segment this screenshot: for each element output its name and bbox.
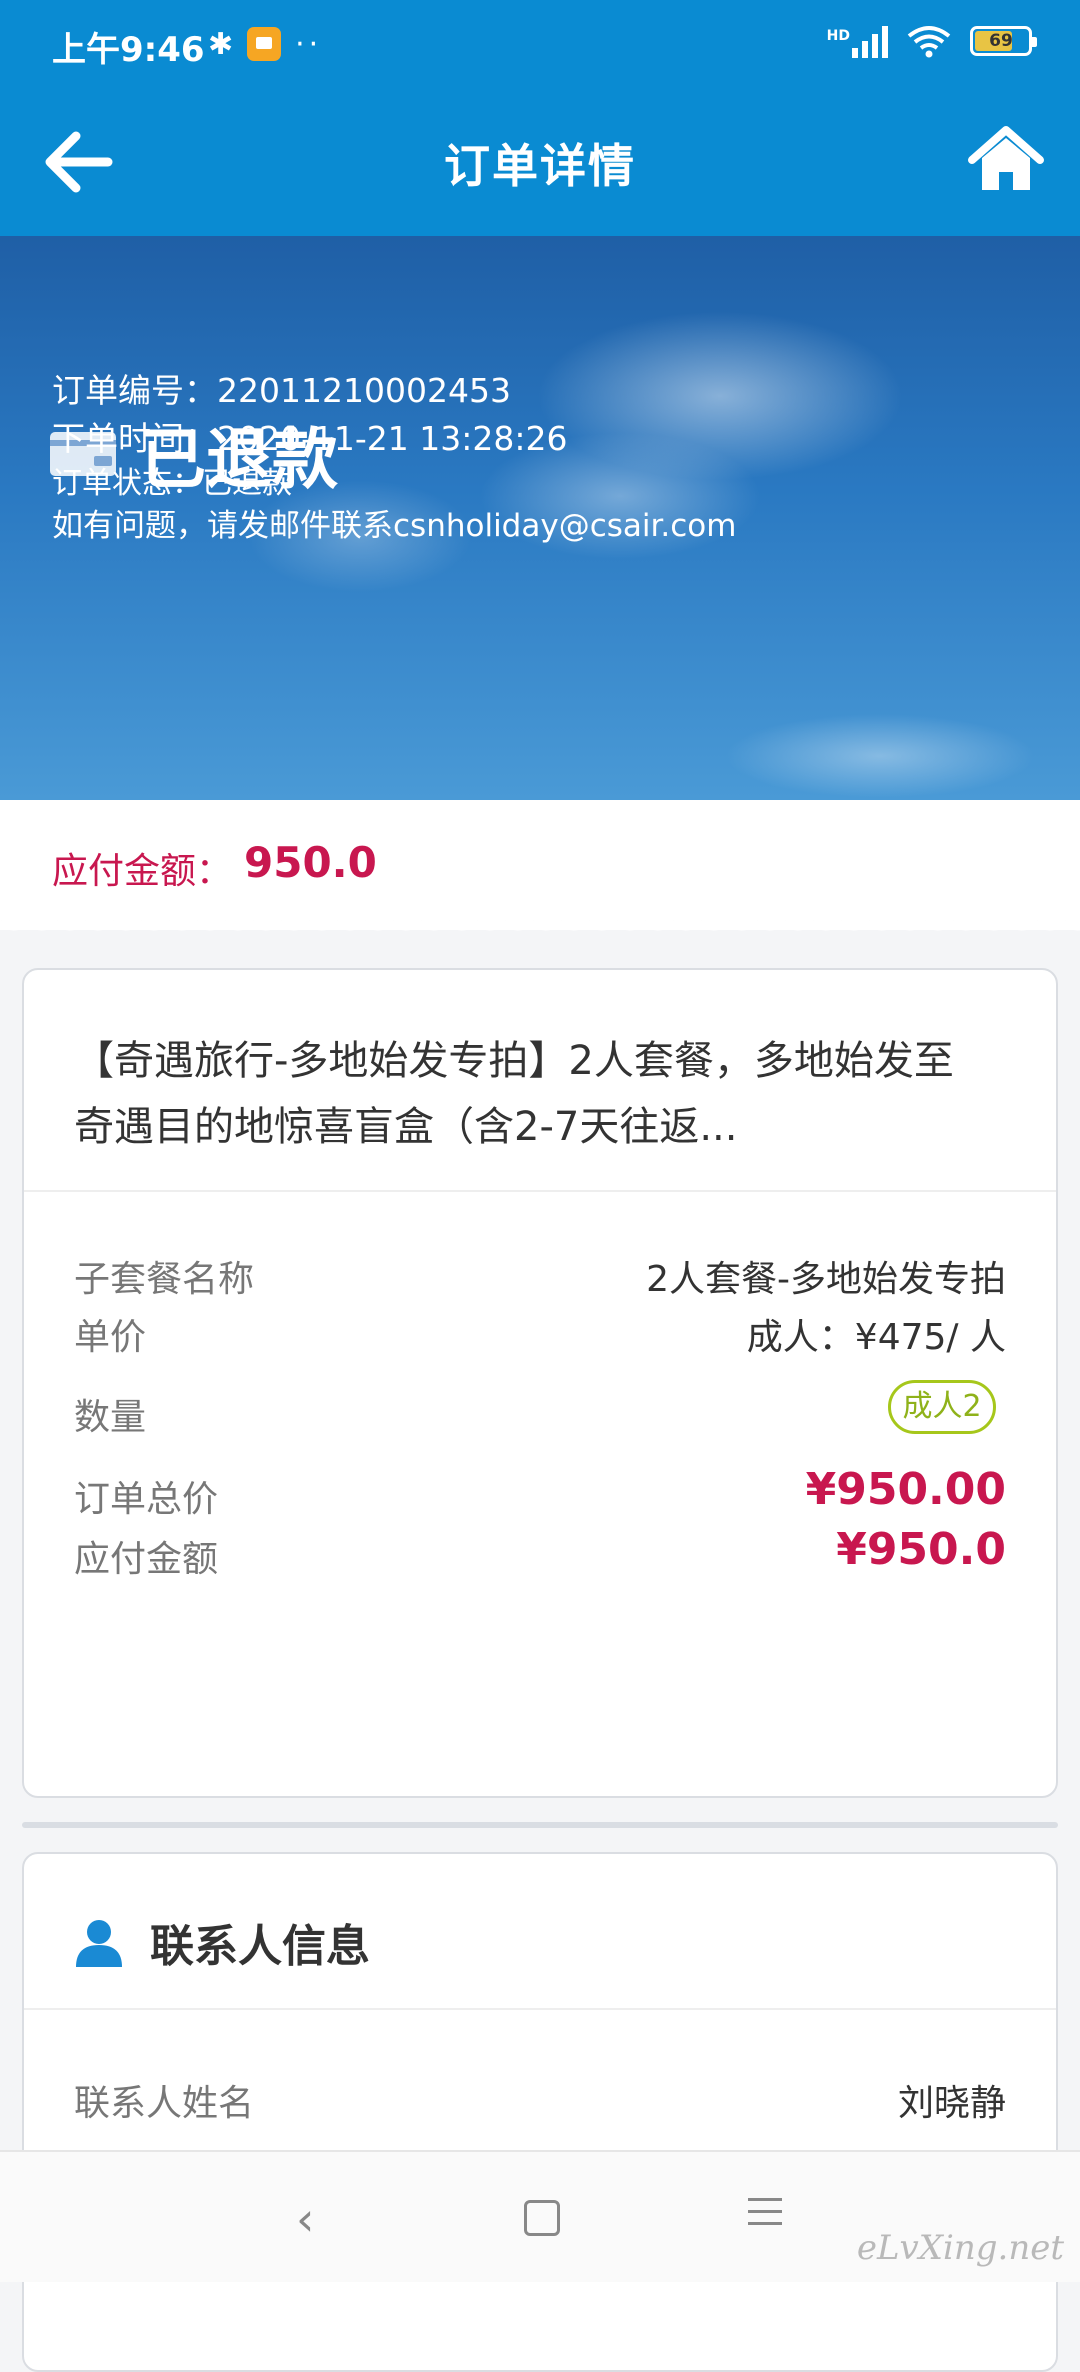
contact-card: 联系人信息 联系人姓名 刘晓静 (22, 1852, 1058, 2372)
unit-price-value: 成人：¥475/ 人 (746, 1317, 1006, 1358)
nav-back-icon[interactable]: ‹ (296, 2192, 314, 2246)
page-title: 订单详情 (444, 139, 636, 193)
payable-label: 应付金额： (52, 851, 233, 892)
signal-icon: HD (827, 24, 888, 58)
battery-level: 69 (989, 31, 1013, 51)
battery-icon: 69 (970, 26, 1037, 56)
status-time: 上午9:46 (52, 30, 205, 70)
section-separator (22, 1822, 1058, 1828)
network-label: HD (826, 28, 850, 44)
contact-header: 联系人信息 (74, 1910, 370, 1974)
product-title[interactable]: 【奇遇旅行-多地始发专拍】2人套餐，多地始发至奇遇目的地惊喜盲盒（含2-7天往返… (74, 1028, 974, 1160)
order-time-value: 2020-11-21 13:28:26 (217, 419, 568, 458)
quantity-badge: 成人2 (888, 1380, 996, 1434)
payable-amount-value: ¥950.0 (836, 1524, 1006, 1575)
order-number-line: 订单编号：22011210002453 (52, 364, 511, 412)
watermark: eLvXing.net (856, 2228, 1064, 2268)
wifi-icon (907, 26, 951, 58)
order-time-line: 下单时间：2020-11-21 13:28:26 (52, 412, 567, 460)
app-notification-icon (247, 27, 282, 61)
payable-strip: 应付金额： 950.0 (0, 800, 1080, 930)
status-left-icons: ✱ ·· (208, 24, 322, 64)
title-bar: 订单详情 (0, 92, 1080, 236)
divider (24, 2008, 1056, 2010)
contact-name-value: 刘晓静 (897, 2083, 1006, 2124)
contact-name-label: 联系人姓名 (74, 2083, 255, 2124)
order-status-banner: 已退款 订单编号：22011210002453 下单时间：2020-11-21 … (0, 236, 1080, 800)
bluetooth-icon: ✱ (208, 26, 234, 62)
payable-value: 950.0 (244, 838, 377, 887)
quantity-label: 数量 (74, 1397, 147, 1438)
package-name-value: 2人套餐-多地始发专拍 (646, 1259, 1006, 1300)
order-time-label: 下单时间： (52, 419, 217, 458)
package-name-label: 子套餐名称 (74, 1259, 255, 1300)
nav-home-icon[interactable] (524, 2200, 560, 2236)
product-card: 【奇遇旅行-多地始发专拍】2人套餐，多地始发至奇遇目的地惊喜盲盒（含2-7天往返… (22, 968, 1058, 1798)
person-icon (76, 1920, 122, 1967)
scallop-divider (0, 918, 1080, 936)
order-state-value: 已退款 (202, 466, 292, 501)
status-bar: 上午9:46 ✱ ·· HD 69 (0, 0, 1080, 92)
order-state-label: 订单状态： (52, 466, 202, 501)
order-number-value: 22011210002453 (217, 371, 511, 410)
payable-amount-label: 应付金额 (74, 1539, 219, 1580)
nav-menu-icon[interactable] (748, 2198, 782, 2234)
order-number-label: 订单编号： (52, 371, 217, 410)
order-total-value: ¥950.00 (805, 1464, 1006, 1515)
status-right-icons: HD 69 (827, 24, 1037, 58)
order-state-line: 订单状态：已退款 (52, 458, 292, 502)
divider (24, 1190, 1056, 1192)
more-notifications-icon: ·· (295, 26, 323, 62)
unit-price-label: 单价 (74, 1317, 147, 1358)
contact-note: 如有问题，请发邮件联系csnholiday@csair.com (52, 508, 737, 544)
contact-title: 联系人信息 (150, 1921, 370, 1972)
home-icon[interactable] (966, 120, 1046, 200)
order-total-label: 订单总价 (74, 1479, 219, 1520)
